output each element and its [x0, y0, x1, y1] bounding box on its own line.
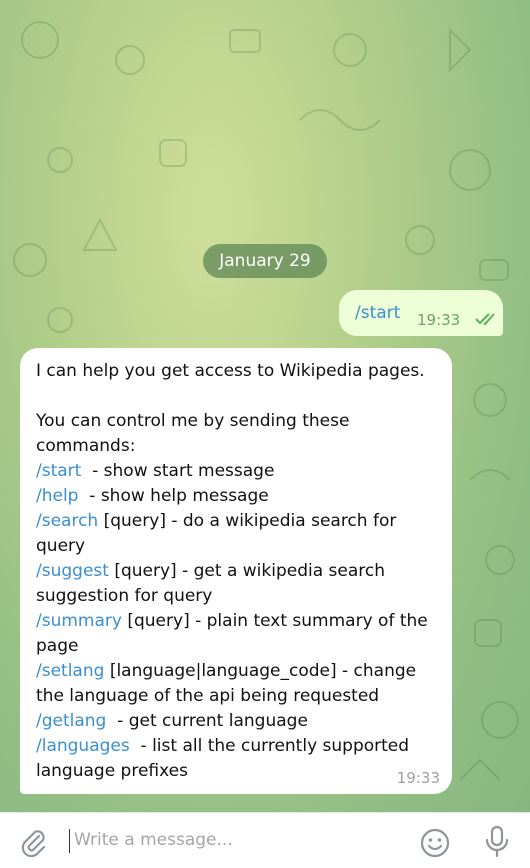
command-link[interactable]: /summary [36, 611, 122, 631]
outgoing-message-bubble[interactable]: /start 19:33 [339, 290, 503, 336]
chat-area: January 29 /start 19:33 I can help you g… [0, 0, 530, 812]
double-check-icon [475, 311, 499, 330]
message-time: 19:33 [396, 769, 440, 787]
date-separator: January 29 [203, 244, 327, 278]
message-input[interactable]: Write a message... [74, 830, 233, 850]
command-line: /search [query] - do a wikipedia search … [36, 509, 436, 559]
command-description: - show help message [78, 486, 269, 506]
command-line: /getlang - get current language [36, 709, 436, 734]
command-description: - show start message [81, 461, 275, 481]
command-line: /start - show start message [36, 459, 436, 484]
outgoing-message-text[interactable]: /start [355, 303, 400, 323]
command-link[interactable]: /getlang [36, 711, 106, 731]
control-line: You can control me by sending these comm… [36, 411, 350, 456]
emoji-icon[interactable] [419, 827, 451, 863]
incoming-message-text: I can help you get access to Wikipedia p… [36, 359, 436, 784]
command-link[interactable]: /search [36, 511, 98, 531]
paperclip-icon[interactable] [18, 827, 48, 861]
command-description: - get current language [106, 711, 308, 731]
command-link[interactable]: /languages [36, 736, 130, 756]
command-line: /languages - list all the currently supp… [36, 734, 436, 784]
text-cursor [69, 829, 70, 853]
message-composer: Write a message... [0, 812, 530, 868]
command-line: /help - show help message [36, 484, 436, 509]
intro-line: I can help you get access to Wikipedia p… [36, 361, 425, 381]
command-link[interactable]: /suggest [36, 561, 109, 581]
command-line: /setlang [language|language_code] - chan… [36, 659, 436, 709]
microphone-icon[interactable] [484, 825, 510, 863]
command-line: /summary [query] - plain text summary of… [36, 609, 436, 659]
incoming-message-bubble: I can help you get access to Wikipedia p… [20, 348, 452, 794]
command-line: /suggest [query] - get a wikipedia searc… [36, 559, 436, 609]
command-link[interactable]: /help [36, 486, 78, 506]
message-time: 19:33 [417, 311, 461, 329]
command-link[interactable]: /start [36, 461, 81, 481]
command-link[interactable]: /setlang [36, 661, 104, 681]
